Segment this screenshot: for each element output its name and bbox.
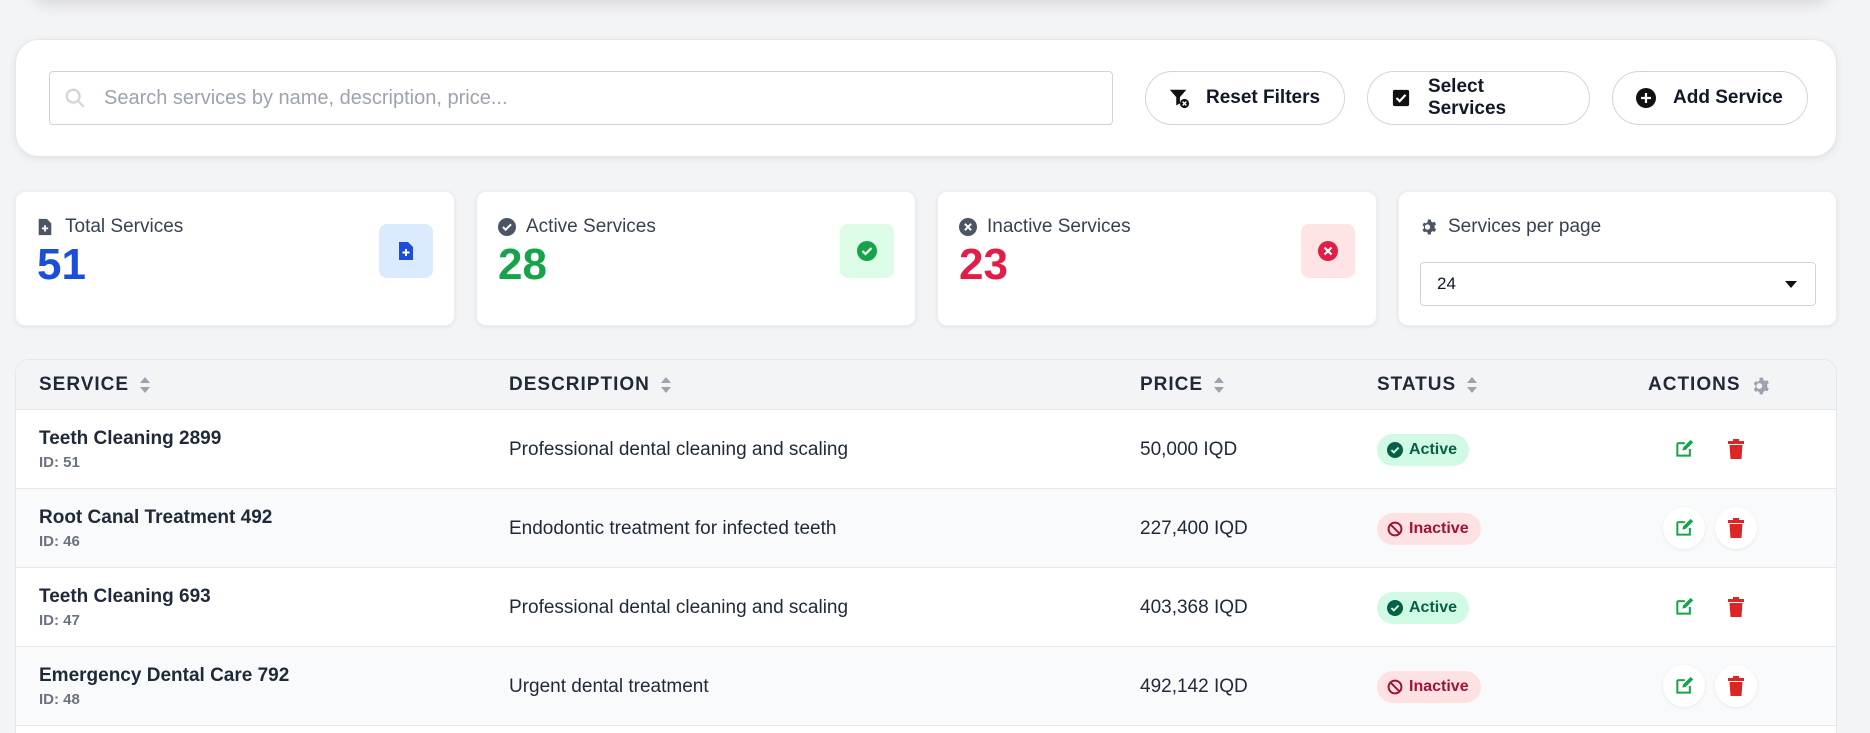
service-name: Teeth Cleaning 693: [39, 586, 211, 607]
select-services-button[interactable]: Select Services: [1367, 71, 1590, 125]
check-circle-icon: [1387, 441, 1403, 458]
sort-icon[interactable]: [139, 376, 151, 394]
service-cell: Teeth Cleaning 2899 ID: 51: [39, 410, 221, 489]
price-cell: 227,400 IQD: [1140, 517, 1248, 539]
total-services-label: Total Services: [65, 216, 184, 237]
gear-icon[interactable]: [1751, 376, 1771, 395]
edit-button[interactable]: [1663, 586, 1705, 628]
search-input[interactable]: [104, 86, 1112, 110]
status-cell: Inactive: [1377, 489, 1481, 568]
sort-icon[interactable]: [1213, 376, 1225, 394]
total-services-card: Total Services 51: [15, 191, 455, 326]
add-service-button[interactable]: Add Service: [1612, 71, 1808, 125]
checkbox-icon: [1390, 87, 1412, 109]
trash-icon: [1727, 439, 1745, 459]
service-id: ID: 48: [39, 691, 80, 708]
column-header-service[interactable]: SERVICE: [39, 360, 151, 410]
services-per-page-value: 24: [1437, 274, 1456, 293]
status-badge: Inactive: [1377, 670, 1481, 703]
delete-button[interactable]: [1715, 507, 1757, 549]
gear-icon: [1420, 218, 1438, 236]
ban-icon: [1387, 679, 1403, 695]
service-name: Emergency Dental Care 792: [39, 665, 290, 686]
service-id: ID: 47: [39, 612, 80, 629]
trash-icon: [1727, 676, 1745, 696]
service-cell: Root Canal Treatment 492 ID: 46: [39, 489, 272, 568]
column-header-actions: ACTIONS: [1648, 360, 1771, 410]
status-badge: Active: [1377, 433, 1470, 466]
inactive-services-label: Inactive Services: [987, 216, 1131, 237]
service-id: ID: 46: [39, 533, 80, 550]
edit-button[interactable]: [1663, 507, 1705, 549]
inactive-services-badge-icon: [1301, 224, 1355, 278]
service-name: Root Canal Treatment 492: [39, 507, 273, 528]
service-name: Teeth Cleaning 2899: [39, 428, 222, 449]
active-services-card: Active Services 28: [476, 191, 916, 326]
status-cell: Inactive: [1377, 647, 1481, 726]
plus-circle-icon: [1635, 87, 1657, 109]
service-cell: Teeth Cleaning 693 ID: 47: [39, 568, 211, 647]
edit-icon: [1674, 676, 1694, 696]
edit-icon: [1674, 597, 1694, 617]
table-row: Emergency Dental Care 792 ID: 48 Urgent …: [16, 647, 1836, 726]
services-per-page-card: Services per page 24: [1398, 191, 1837, 326]
price-cell: 50,000 IQD: [1140, 438, 1238, 460]
status-badge: Inactive: [1377, 512, 1481, 545]
active-services-value: 28: [498, 240, 547, 289]
x-circle-icon: [959, 218, 977, 236]
delete-button[interactable]: [1715, 586, 1757, 628]
table-body: Teeth Cleaning 2899 ID: 51 Professional …: [16, 410, 1836, 726]
inactive-services-value: 23: [959, 240, 1008, 289]
delete-button[interactable]: [1715, 428, 1757, 470]
description-cell: Endodontic treatment for infected teeth: [509, 517, 837, 539]
table-row: Teeth Cleaning 693 ID: 47 Professional d…: [16, 568, 1836, 647]
sort-icon[interactable]: [660, 376, 672, 394]
active-services-badge-icon: [840, 224, 894, 278]
table-header: SERVICE DESCRIPTION PRICE STATUS ACTIONS: [16, 360, 1836, 410]
edit-button[interactable]: [1663, 665, 1705, 707]
column-header-status[interactable]: STATUS: [1377, 360, 1478, 410]
total-services-value: 51: [37, 240, 86, 289]
description-cell: Professional dental cleaning and scaling: [509, 438, 849, 460]
services-table: SERVICE DESCRIPTION PRICE STATUS ACTIONS…: [15, 359, 1837, 733]
services-per-page-select[interactable]: 24: [1420, 262, 1816, 306]
service-id: ID: 51: [39, 454, 80, 471]
add-service-label: Add Service: [1673, 87, 1783, 108]
edit-button[interactable]: [1663, 428, 1705, 470]
search-icon: [64, 87, 86, 109]
trash-icon: [1727, 518, 1745, 538]
edit-icon: [1674, 439, 1694, 459]
check-circle-icon: [1387, 599, 1403, 616]
description-cell: Urgent dental treatment: [509, 675, 709, 697]
status-cell: Active: [1377, 410, 1470, 489]
status-badge: Active: [1377, 591, 1470, 624]
ban-icon: [1387, 521, 1403, 537]
chevron-down-icon: [1785, 274, 1797, 294]
edit-icon: [1674, 518, 1694, 538]
description-cell: Professional dental cleaning and scaling: [509, 596, 849, 618]
file-plus-icon: [37, 218, 55, 236]
trash-icon: [1727, 597, 1745, 617]
filter-reset-icon: [1168, 87, 1190, 109]
sort-icon[interactable]: [1466, 376, 1478, 394]
check-circle-icon: [498, 218, 516, 236]
status-cell: Active: [1377, 568, 1470, 647]
reset-filters-button[interactable]: Reset Filters: [1145, 71, 1345, 125]
search-field[interactable]: [49, 71, 1113, 125]
total-services-badge-icon: [379, 224, 433, 278]
column-header-description[interactable]: DESCRIPTION: [509, 360, 672, 410]
reset-filters-label: Reset Filters: [1206, 87, 1321, 108]
filter-toolbar: Reset Filters Select Services Add Servic…: [15, 39, 1837, 157]
table-row: Root Canal Treatment 492 ID: 46 Endodont…: [16, 489, 1836, 568]
inactive-services-card: Inactive Services 23: [937, 191, 1377, 326]
service-cell: Emergency Dental Care 792 ID: 48: [39, 647, 289, 726]
column-header-price[interactable]: PRICE: [1140, 360, 1225, 410]
services-per-page-label: Services per page: [1448, 216, 1602, 237]
price-cell: 492,142 IQD: [1140, 675, 1248, 697]
table-row: Teeth Cleaning 2899 ID: 51 Professional …: [16, 410, 1836, 489]
delete-button[interactable]: [1715, 665, 1757, 707]
select-services-label: Select Services: [1427, 76, 1507, 119]
active-services-label: Active Services: [526, 216, 656, 237]
price-cell: 403,368 IQD: [1140, 596, 1248, 618]
